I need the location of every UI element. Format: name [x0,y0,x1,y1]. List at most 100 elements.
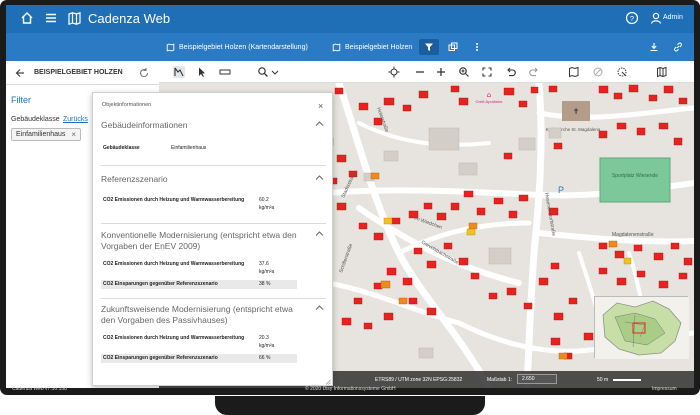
refresh-icon[interactable] [138,67,150,79]
layers-select-icon[interactable] [173,66,185,78]
scale-bar [613,379,641,381]
arrow-left-icon[interactable] [14,67,26,79]
map-icon [68,11,81,26]
duplicate-button[interactable] [443,39,463,55]
filter-icon [425,43,433,51]
home-icon[interactable] [20,11,34,25]
reset-link[interactable]: Zurücks [63,116,88,123]
filter-label: Gebäudeklasse [11,116,60,123]
info-row-highlight: CO2 Einsparungen gegenüber Referenzszena… [101,354,297,363]
monitor-stand [215,396,485,415]
ruler-icon[interactable] [219,66,231,78]
svg-text:⌂: ⌂ [487,91,491,99]
chevron-up-icon[interactable] [315,304,324,311]
section-divider [101,298,326,299]
row-value: 37.6 [259,261,269,267]
map-icon [166,43,175,52]
workbook-toolbar: Beispielgebiet Holzen (Kartendarstellung… [6,33,694,61]
imprint-link[interactable]: Impressum [652,386,677,392]
row-value: Einfamilienhaus [171,145,207,151]
row-value: 66 % [259,355,271,361]
pharmacy-label: Greif-Apotheke [476,99,504,104]
section-reference[interactable]: Referenzszenario [101,174,326,185]
dialog-title: Objektinformationen [102,102,152,108]
overview-graphics [595,297,689,359]
redo-icon[interactable] [528,66,540,78]
menu-icon[interactable] [44,11,58,25]
zoom-area-icon[interactable] [458,66,470,78]
map-edit-icon[interactable] [568,66,580,78]
section-conventional[interactable]: Konventionelle Modernisierung (entsprich… [101,230,326,252]
section-heading: Konventionelle Modernisierung (entsprich… [101,230,297,251]
row-value: 38 % [259,281,271,287]
resize-handle-icon[interactable] [325,379,331,385]
user-icon[interactable] [649,11,663,25]
tab-area-label: Beispielgebiet Holzen [345,44,413,51]
row-key: CO2 Einsparungen gegenüber Referenzszena… [103,281,218,287]
parking-label: P [558,185,564,195]
zoom-in-icon[interactable] [435,66,447,78]
more-vert-icon [476,43,478,51]
select-area-icon[interactable] [616,66,628,78]
basemap-icon[interactable] [656,66,668,78]
filter-button[interactable] [419,39,439,55]
filter-heading: Filter [11,95,31,105]
row-unit: kg/m²a [259,343,275,349]
user-name[interactable]: Admin [663,14,683,21]
section-heading: Referenzszenario [101,174,168,184]
chevron-up-icon[interactable] [315,120,324,127]
scale-input[interactable]: 2.650 [517,374,557,384]
crs-label: ETRS89 / UTM zone 32N EPSG:25832 [375,377,463,383]
info-row: CO2 Emissionen durch Heizung und Warmwas… [101,261,297,277]
more-button[interactable] [467,39,487,55]
fullscreen-icon[interactable] [481,66,493,78]
row-value: 60.2 [259,197,269,203]
help-icon[interactable]: ? [625,11,639,25]
chevron-up-icon[interactable] [315,174,324,181]
chevron-down-icon[interactable] [269,66,281,78]
locate-icon[interactable] [388,66,400,78]
zoom-search-icon[interactable] [257,66,269,78]
tab-area[interactable]: Beispielgebiet Holzen [332,43,412,52]
tab-map-view-label: Beispielgebiet Holzen (Kartendarstellung… [179,44,308,51]
version-label: Cadenza Web v7.10.158 [12,386,67,392]
street-label-magdalenen: Magdalenenstraße [612,232,654,238]
panel-title: BEISPIELGEBIET HOLZEN [34,69,123,76]
row-value: 20.3 [259,335,269,341]
map-toolbar [159,61,694,83]
link-button[interactable] [668,39,688,55]
disabled-tool-icon[interactable] [592,66,604,78]
info-row-highlight: CO2 Einsparungen gegenüber Referenzszena… [101,280,297,289]
app-title: Cadenza Web [88,11,171,26]
svg-text:?: ? [630,14,634,23]
chevron-up-icon[interactable] [315,230,324,237]
section-heading: Zukunftsweisende Modernisierung (entspri… [101,304,293,325]
app-screen: Cadenza Web ? Admin Beispielgebiet Holze… [6,5,694,388]
section-divider [101,165,326,166]
overview-map[interactable] [594,296,689,359]
dialog-body: Gebäudeinformationen Gebäudeklasse Einfa… [101,120,326,382]
pointer-icon[interactable] [196,66,208,78]
copy-icon [448,42,458,51]
tab-map-view[interactable]: Beispielgebiet Holzen (Kartendarstellung… [166,43,308,52]
section-heading: Gebäudeinformationen [101,120,188,130]
chip-close-icon[interactable]: × [71,130,76,139]
undo-icon[interactable] [505,66,517,78]
info-row: CO2 Emissionen durch Heizung und Warmwas… [101,197,297,213]
map-icon [332,43,341,52]
app-header: Cadenza Web ? Admin [6,5,694,33]
row-key: CO2 Emissionen durch Heizung und Warmwas… [103,261,245,267]
download-button[interactable] [644,39,664,55]
filter-chip-label: Einfamilienhaus [16,131,66,138]
section-divider [101,223,326,224]
section-future[interactable]: Zukunftsweisende Modernisierung (entspri… [101,304,326,326]
zoom-out-icon[interactable] [414,66,426,78]
section-building-info[interactable]: Gebäudeinformationen [101,120,326,131]
panel-header: BEISPIELGEBIET HOLZEN [6,61,159,85]
link-icon [674,42,682,52]
row-key: CO2 Einsparungen gegenüber Referenzszena… [103,355,218,361]
info-row: CO2 Emissionen durch Heizung und Warmwas… [101,335,297,351]
object-info-dialog: Objektinformationen × Gebäudeinformation… [92,92,333,386]
close-icon[interactable]: × [318,102,323,111]
filter-chip[interactable]: Einfamilienhaus × [11,128,82,141]
